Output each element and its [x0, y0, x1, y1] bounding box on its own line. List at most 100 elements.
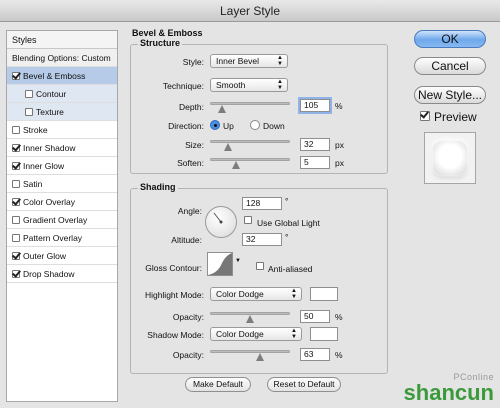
style-item-checkbox[interactable]: [12, 125, 20, 134]
shadow-mode-label: Shadow Mode:: [147, 330, 204, 340]
style-item-drop-shadow[interactable]: Drop Shadow: [7, 265, 117, 283]
cancel-button[interactable]: Cancel: [414, 57, 486, 75]
anti-aliased-checkbox[interactable]: [256, 262, 264, 270]
preview-label: Preview: [434, 110, 477, 124]
highlight-opacity-unit: %: [335, 312, 343, 322]
direction-down-label: Down: [263, 121, 285, 131]
shading-label: Shading: [138, 182, 178, 192]
size-slider-thumb[interactable]: [224, 143, 232, 151]
select-arrows-icon: ▲ ▼: [291, 288, 297, 300]
shadow-opacity-thumb[interactable]: [256, 353, 264, 361]
style-item-inner-shadow[interactable]: Inner Shadow: [7, 139, 117, 157]
preview-checkbox[interactable]: [420, 111, 430, 121]
size-field[interactable]: 32: [300, 138, 330, 151]
reset-to-default-button[interactable]: Reset to Default: [267, 377, 341, 392]
style-item-label: Bevel & Emboss: [23, 71, 86, 81]
style-item-checkbox[interactable]: [12, 71, 20, 80]
structure-label: Structure: [138, 38, 183, 48]
style-item-outer-glow[interactable]: Outer Glow: [7, 247, 117, 265]
technique-select[interactable]: Smooth ▲ ▼: [210, 78, 288, 92]
new-style-button[interactable]: New Style...: [414, 86, 486, 104]
soften-slider-thumb[interactable]: [232, 161, 240, 169]
style-item-checkbox[interactable]: [25, 89, 33, 98]
style-select[interactable]: Inner Bevel ▲ ▼: [210, 54, 288, 68]
style-item-label: Color Overlay: [23, 197, 75, 207]
angle-field[interactable]: 128: [242, 197, 282, 210]
style-item-checkbox[interactable]: [12, 179, 20, 188]
style-item-label: Drop Shadow: [23, 269, 75, 279]
depth-field[interactable]: 105: [300, 99, 330, 112]
style-item-checkbox[interactable]: [12, 197, 20, 206]
styles-header[interactable]: Styles: [7, 31, 117, 49]
contour-dropdown-icon[interactable]: ▼: [235, 258, 241, 264]
style-preview: [424, 132, 476, 184]
select-arrows-icon: ▲ ▼: [277, 79, 283, 91]
altitude-field[interactable]: 32: [242, 233, 282, 246]
select-arrows-icon: ▲ ▼: [277, 55, 283, 67]
style-item-label: Inner Shadow: [23, 143, 76, 153]
style-item-checkbox[interactable]: [12, 233, 20, 242]
highlight-opacity-label: Opacity:: [172, 312, 204, 322]
style-item-stroke[interactable]: Stroke: [7, 121, 117, 139]
altitude-degree: °: [285, 232, 289, 242]
style-item-checkbox[interactable]: [12, 143, 20, 152]
angle-label: Angle:: [177, 206, 202, 216]
direction-up-label: Up: [223, 121, 234, 131]
highlight-opacity-thumb[interactable]: [246, 315, 254, 323]
style-item-inner-glow[interactable]: Inner Glow: [7, 157, 117, 175]
angle-dial[interactable]: [205, 206, 237, 238]
shadow-color-swatch[interactable]: [310, 327, 338, 341]
make-default-button[interactable]: Make Default: [185, 377, 251, 392]
style-select-value: Inner Bevel: [216, 56, 259, 66]
soften-label: Soften:: [177, 158, 204, 168]
highlight-mode-label: Highlight Mode:: [144, 290, 204, 300]
style-item-checkbox[interactable]: [12, 161, 20, 170]
direction-up-radio[interactable]: [210, 120, 220, 130]
highlight-mode-value: Color Dodge: [216, 289, 264, 299]
style-item-checkbox[interactable]: [12, 251, 20, 260]
shadow-mode-value: Color Dodge: [216, 329, 264, 339]
direction-down-radio[interactable]: [250, 120, 260, 130]
blending-options-item[interactable]: Blending Options: Custom: [7, 49, 117, 67]
style-item-bevel-emboss[interactable]: Bevel & Emboss: [7, 67, 117, 85]
style-label: Style:: [182, 57, 204, 67]
depth-unit: %: [335, 101, 343, 111]
style-item-checkbox[interactable]: [12, 215, 20, 224]
technique-select-value: Smooth: [216, 80, 246, 90]
size-slider-track[interactable]: [210, 140, 290, 143]
style-item-gradient-overlay[interactable]: Gradient Overlay: [7, 211, 117, 229]
style-item-label: Stroke: [23, 125, 48, 135]
style-item-checkbox[interactable]: [25, 107, 33, 116]
styles-list: Styles Blending Options: Custom Bevel & …: [6, 30, 118, 402]
style-item-label: Pattern Overlay: [23, 233, 83, 243]
layer-style-dialog: Styles Blending Options: Custom Bevel & …: [0, 22, 500, 408]
anti-aliased-label: Anti-aliased: [268, 264, 313, 274]
style-item-color-overlay[interactable]: Color Overlay: [7, 193, 117, 211]
shadow-opacity-unit: %: [335, 350, 343, 360]
gloss-contour-picker[interactable]: [207, 252, 233, 276]
soften-unit: px: [335, 158, 344, 168]
style-item-pattern-overlay[interactable]: Pattern Overlay: [7, 229, 117, 247]
shadow-opacity-track[interactable]: [210, 350, 290, 353]
preview-swatch: [433, 141, 467, 175]
soften-slider-track[interactable]: [210, 158, 290, 161]
ok-button[interactable]: OK: [414, 30, 486, 48]
style-item-texture[interactable]: Texture: [7, 103, 117, 121]
select-arrows-icon: ▲ ▼: [291, 328, 297, 340]
size-label: Size:: [185, 140, 204, 150]
soften-field[interactable]: 5: [300, 156, 330, 169]
shadow-opacity-field[interactable]: 63: [300, 348, 330, 361]
shadow-mode-select[interactable]: Color Dodge ▲ ▼: [210, 327, 302, 341]
use-global-light-checkbox[interactable]: [244, 216, 252, 224]
style-item-checkbox[interactable]: [12, 269, 20, 278]
highlight-opacity-field[interactable]: 50: [300, 310, 330, 323]
highlight-color-swatch[interactable]: [310, 287, 338, 301]
depth-label: Depth:: [178, 102, 204, 112]
style-item-contour[interactable]: Contour: [7, 85, 117, 103]
highlight-mode-select[interactable]: Color Dodge ▲ ▼: [210, 287, 302, 301]
depth-slider-thumb[interactable]: [218, 105, 227, 113]
altitude-label: Altitude:: [171, 235, 202, 245]
style-item-satin[interactable]: Satin: [7, 175, 117, 193]
style-item-label: Gradient Overlay: [23, 215, 88, 225]
size-unit: px: [335, 140, 344, 150]
